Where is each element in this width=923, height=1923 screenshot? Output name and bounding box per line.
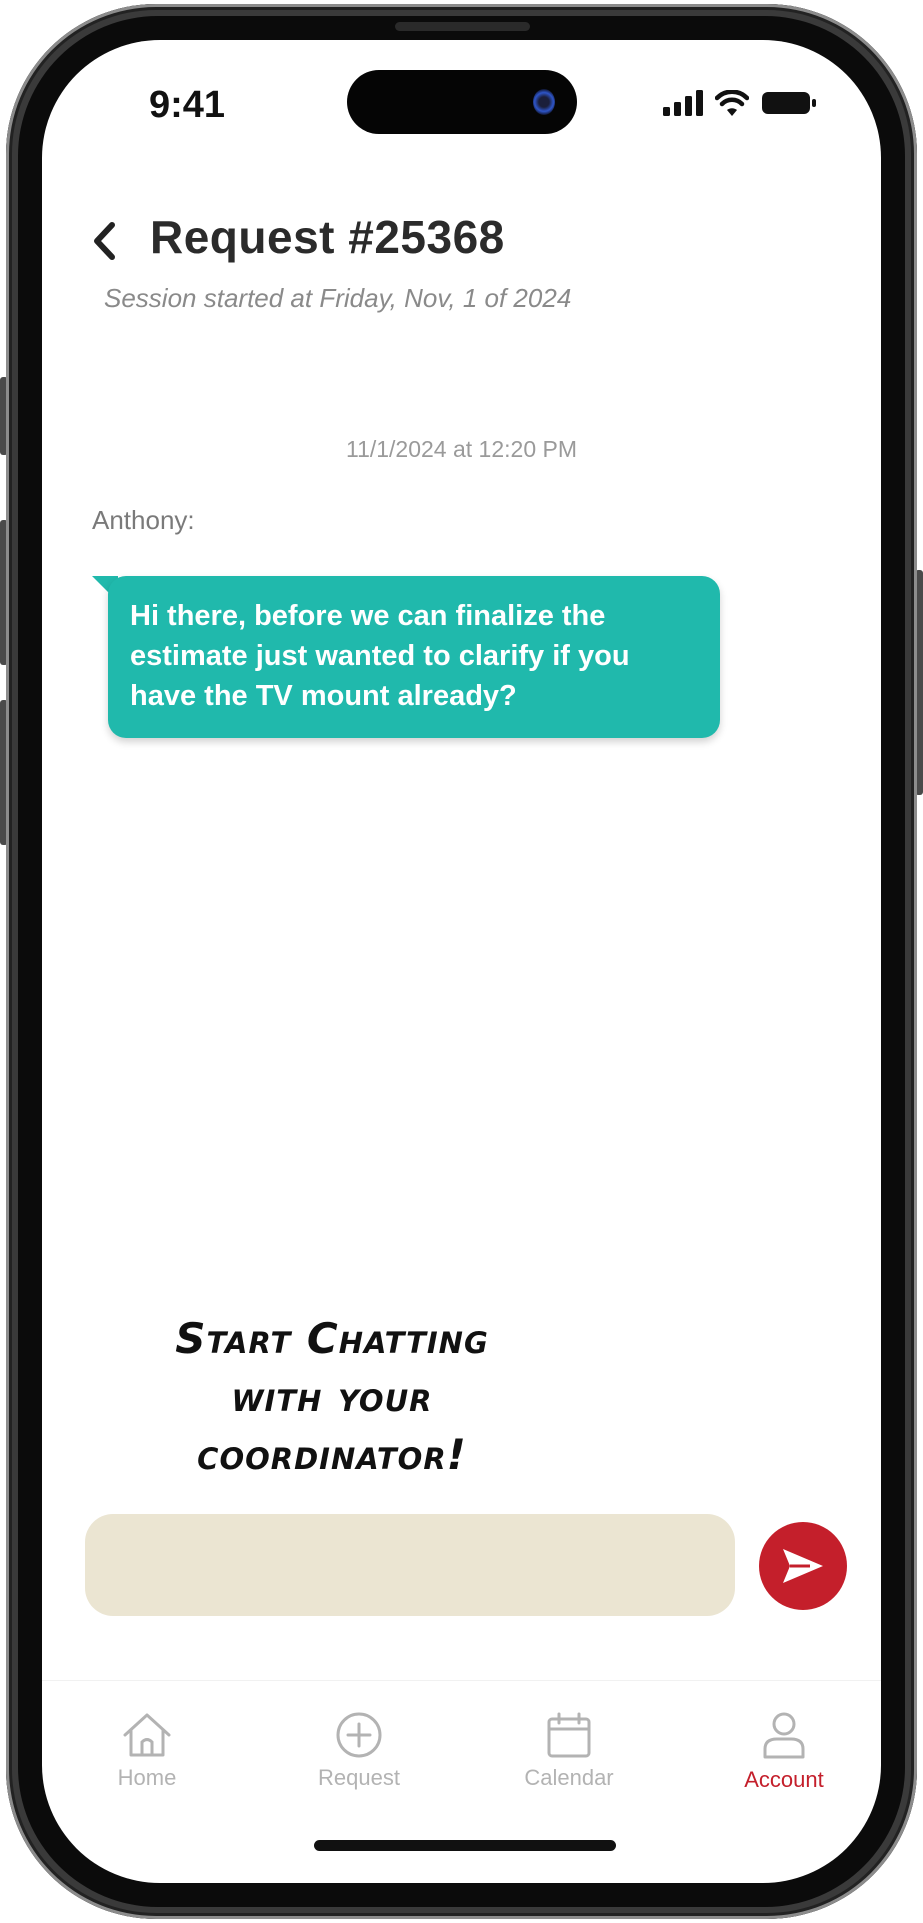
phone-device: 9:41 Request #25368 Session started at F… — [0, 0, 923, 1923]
tab-account[interactable]: Account — [704, 1711, 864, 1793]
message-timestamp: 11/1/2024 at 12:20 PM — [345, 436, 578, 462]
wifi-icon — [715, 90, 749, 116]
tab-label: Home — [117, 1765, 177, 1790]
message-bubble: Hi there, before we can finalize the est… — [108, 576, 720, 738]
battery-icon — [762, 92, 816, 114]
annotation-line: Start Chatting — [175, 1314, 489, 1363]
status-time: 9:41 — [149, 84, 226, 126]
tab-bar: Home Request Calendar Account — [42, 1680, 881, 1831]
message-input[interactable] — [85, 1514, 735, 1616]
tab-label: Account — [744, 1767, 824, 1792]
user-icon — [763, 1712, 805, 1759]
dynamic-island — [347, 70, 577, 134]
screen: 9:41 Request #25368 Session started at F… — [42, 40, 881, 1883]
camera-icon — [533, 89, 555, 115]
tab-home[interactable]: Home — [67, 1711, 227, 1791]
tab-label: Calendar — [524, 1765, 614, 1790]
send-icon — [783, 1549, 823, 1583]
page-title: Request #25368 — [150, 211, 505, 263]
tab-calendar[interactable]: Calendar — [489, 1711, 649, 1791]
home-icon — [123, 1713, 171, 1757]
chevron-left-icon — [94, 222, 115, 260]
plus-circle-icon — [336, 1712, 382, 1758]
message-sender: Anthony: — [92, 505, 195, 535]
back-button[interactable] — [84, 214, 124, 268]
annotation-line: with your — [231, 1372, 433, 1421]
status-icons — [663, 90, 817, 116]
handwritten-annotation: Start Chatting with your coordinator! — [122, 1310, 542, 1484]
tab-request[interactable]: Request — [279, 1711, 439, 1791]
tab-label: Request — [318, 1765, 400, 1790]
annotation-line: coordinator! — [197, 1430, 467, 1479]
signal-icon — [663, 90, 703, 116]
speaker-slit — [395, 22, 530, 31]
calendar-icon — [547, 1712, 591, 1758]
home-indicator[interactable] — [314, 1840, 616, 1851]
session-subtitle: Session started at Friday, Nov, 1 of 202… — [104, 283, 572, 313]
send-button[interactable] — [759, 1522, 847, 1610]
